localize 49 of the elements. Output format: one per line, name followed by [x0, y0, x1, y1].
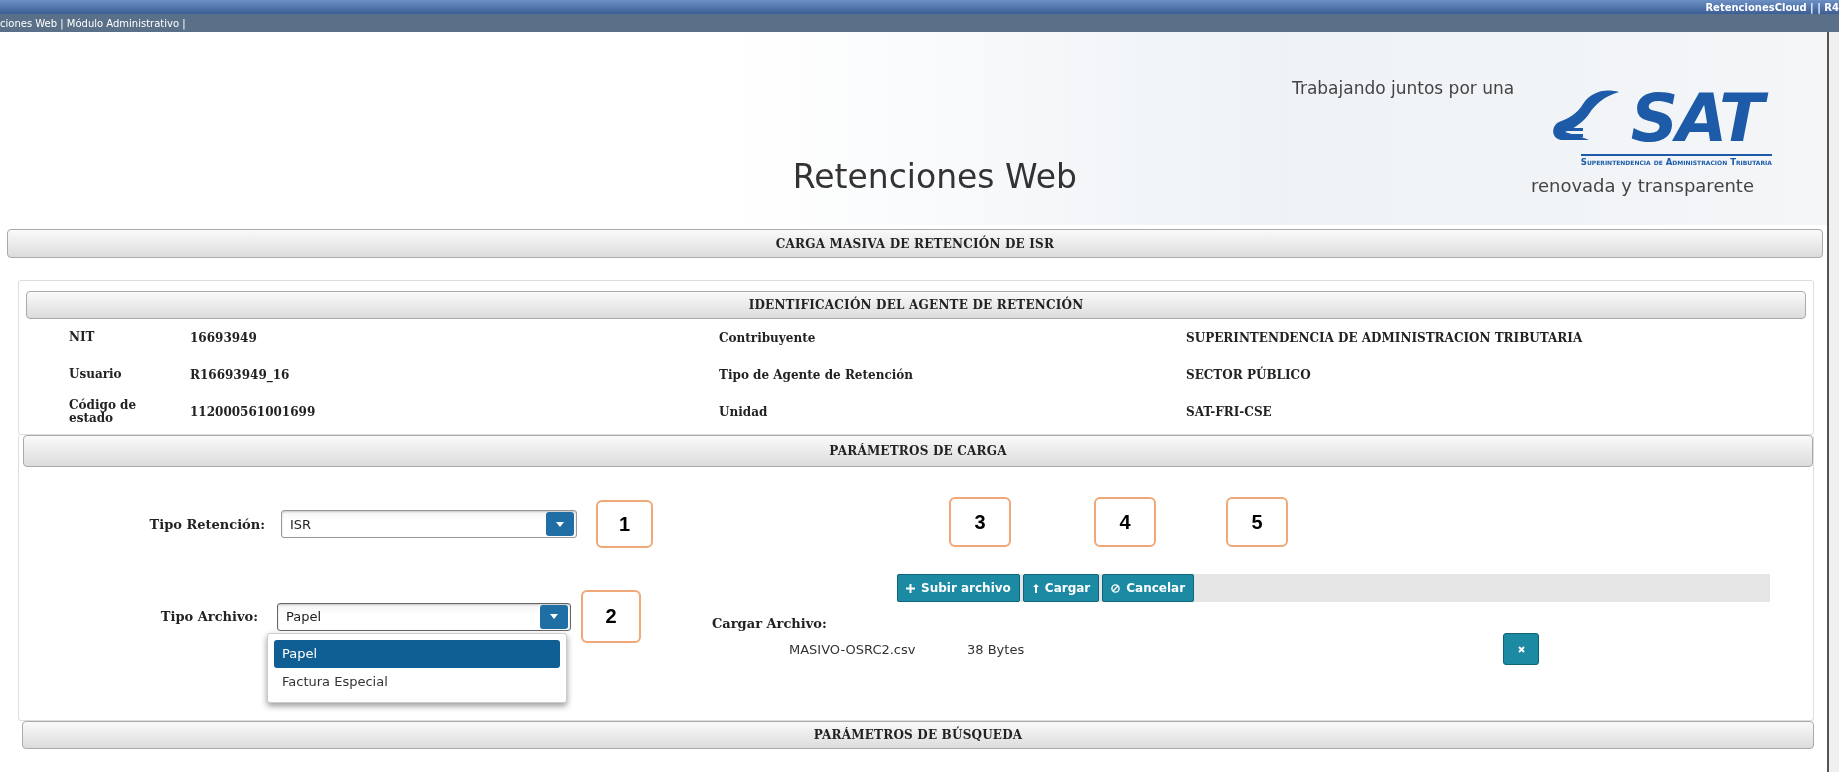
select-field[interactable]: ISR — [281, 510, 577, 538]
dropdown-button[interactable] — [546, 512, 574, 536]
plus-icon — [906, 583, 915, 593]
field-label: Tipo Retención: — [148, 516, 265, 532]
dropdown-option[interactable]: Factura Especial — [274, 667, 560, 696]
app-title: Retenciones Web — [792, 157, 1077, 196]
section-header: CARGA MASIVA DE RETENCIÓN DE ISR — [7, 229, 1823, 258]
dropdown-option[interactable]: Papel — [274, 639, 560, 668]
field-value: SAT-FRI-CSE — [1186, 403, 1273, 421]
section-header: PARÁMETROS DE CARGA — [23, 435, 1813, 467]
callout-number: 5 — [1226, 497, 1288, 547]
field-value: R16693949_16 — [190, 366, 291, 385]
dropdown-button[interactable] — [540, 604, 568, 629]
field-label: NIT — [69, 329, 96, 347]
cancel-icon — [1111, 583, 1121, 593]
field-label: Tipo de Agente de Retención — [719, 366, 914, 384]
callout-number: 1 — [596, 500, 653, 548]
breadcrumb: ciones Web | Módulo Administrativo | — [0, 17, 186, 29]
field-label: Tipo Archivo: — [159, 609, 258, 624]
field-label: Unidad — [719, 403, 769, 421]
callout-number: 3 — [949, 497, 1011, 547]
field-label: Cargar Archivo: — [712, 616, 827, 631]
callout-number: 2 — [581, 590, 641, 643]
file-size: 38 Bytes — [967, 641, 1026, 657]
section-header: PARÁMETROS DE BÚSQUEDA — [22, 721, 1814, 749]
toolbar-button[interactable]: Subir archivo — [897, 574, 1020, 602]
select-field[interactable]: Papel — [277, 602, 571, 631]
field-value: 16693949 — [190, 329, 258, 347]
logo-subtitle: Superintendencia de Administracion Tributaria — [1580, 154, 1772, 167]
slogan: Trabajando juntos por una — [1292, 78, 1515, 98]
remove-button[interactable] — [1503, 633, 1539, 665]
caret-icon — [550, 614, 558, 619]
toolbar-button[interactable]: Cargar — [1022, 574, 1100, 602]
app-name: RetencionesCloud | | R4 — [1705, 1, 1839, 13]
logo-wordmark: SAT — [1626, 84, 1772, 154]
toolbar-button[interactable]: Cancelar — [1102, 574, 1195, 602]
field-label: Usuario — [69, 366, 123, 384]
field-value: SUPERINTENDENCIA DE ADMINISTRACION TRIBUTARIA — [1186, 329, 1584, 347]
close-icon — [1517, 645, 1525, 653]
field-value: SECTOR PÚBLICO — [1186, 365, 1312, 384]
slogan: renovada y transparente — [1530, 175, 1754, 196]
field-value: 112000561001699 — [190, 403, 317, 421]
callout-number: 4 — [1094, 497, 1156, 547]
caret-icon — [556, 521, 564, 527]
field-label: Contribuyente — [719, 329, 817, 347]
file-name: MASIVO-OSRC2.csv — [789, 641, 917, 657]
section-header: IDENTIFICACIÓN DEL AGENTE DE RETENCIÓN — [26, 291, 1806, 319]
field-label: Código de estado — [69, 396, 138, 427]
arrow-icon — [1031, 583, 1039, 593]
